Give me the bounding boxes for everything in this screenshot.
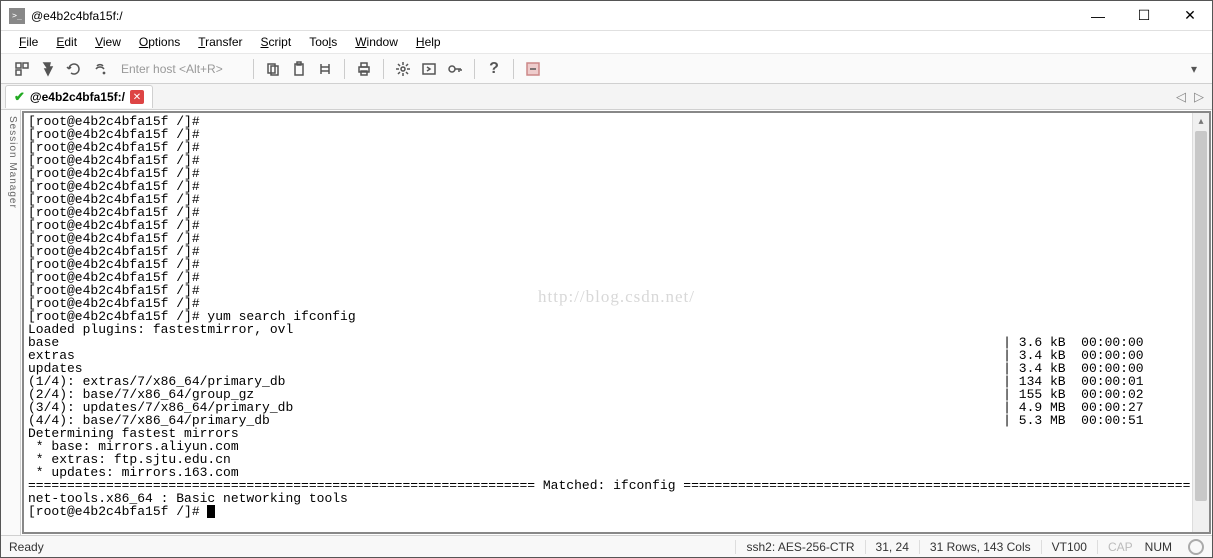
menu-view[interactable]: View [95,35,121,49]
status-cap: CAP [1097,540,1143,554]
scrollbar[interactable]: ▴ [1192,113,1209,532]
settings-icon[interactable] [392,58,414,80]
status-dimensions: 31 Rows, 143 Cols [919,540,1041,554]
tab-close-icon[interactable]: ✕ [130,90,144,104]
toolbar-overflow-icon[interactable]: ▾ [1186,62,1202,76]
toolbar: Enter host <Alt+R> ? ▾ [1,54,1212,84]
status-cipher: ssh2: AES-256-CTR [735,540,864,554]
key-icon[interactable] [444,58,466,80]
tab-label: @e4b2c4bfa15f:/ [30,90,125,104]
copy-icon[interactable] [262,58,284,80]
scroll-up-icon[interactable]: ▴ [1193,113,1209,130]
connected-check-icon: ✔ [14,89,25,105]
quick-connect-icon[interactable] [37,58,59,80]
host-input[interactable]: Enter host <Alt+R> [115,60,245,78]
session-tab[interactable]: ✔ @e4b2c4bfa15f:/ ✕ [5,85,153,108]
toggle-icon[interactable] [522,58,544,80]
terminal-pane[interactable]: [root@e4b2c4bfa15f /]# [root@e4b2c4bfa15… [22,111,1211,534]
menu-bar: File Edit View Options Transfer Script T… [1,31,1212,54]
session-manager-icon[interactable] [11,58,33,80]
maximize-button[interactable]: ☐ [1130,7,1158,24]
scroll-thumb[interactable] [1195,131,1207,501]
app-window: @e4b2c4bfa15f:/ — ☐ ✕ File Edit View Opt… [0,0,1213,558]
window-title: @e4b2c4bfa15f:/ [31,9,1084,23]
menu-edit[interactable]: Edit [56,35,77,49]
menu-script[interactable]: Script [261,35,292,49]
print-icon[interactable] [353,58,375,80]
menu-window[interactable]: Window [355,35,398,49]
reconnect-icon[interactable] [63,58,85,80]
paste-icon[interactable] [288,58,310,80]
menu-help[interactable]: Help [416,35,441,49]
close-button[interactable]: ✕ [1176,7,1204,24]
status-cursor-pos: 31, 24 [865,540,919,554]
menu-tools[interactable]: Tools [309,35,337,49]
menu-options[interactable]: Options [139,35,180,49]
tab-prev-icon[interactable]: ◁ [1172,89,1190,105]
status-ready: Ready [9,540,54,554]
status-indicator-icon [1188,539,1204,555]
session-manager-sidebar[interactable]: Session Manager [1,110,21,535]
tab-next-icon[interactable]: ▷ [1190,89,1208,105]
status-bar: Ready ssh2: AES-256-CTR 31, 24 31 Rows, … [1,535,1212,557]
new-session-icon[interactable] [418,58,440,80]
minimize-button[interactable]: — [1084,8,1112,24]
status-num: NUM [1143,540,1182,554]
disconnect-icon[interactable] [89,58,111,80]
tab-bar: ✔ @e4b2c4bfa15f:/ ✕ ◁ ▷ [1,84,1212,110]
find-icon[interactable] [314,58,336,80]
menu-file[interactable]: File [19,35,38,49]
status-term-type: VT100 [1041,540,1097,554]
menu-transfer[interactable]: Transfer [198,35,242,49]
app-icon [9,8,25,24]
title-bar[interactable]: @e4b2c4bfa15f:/ — ☐ ✕ [1,1,1212,31]
help-icon[interactable]: ? [483,58,505,80]
